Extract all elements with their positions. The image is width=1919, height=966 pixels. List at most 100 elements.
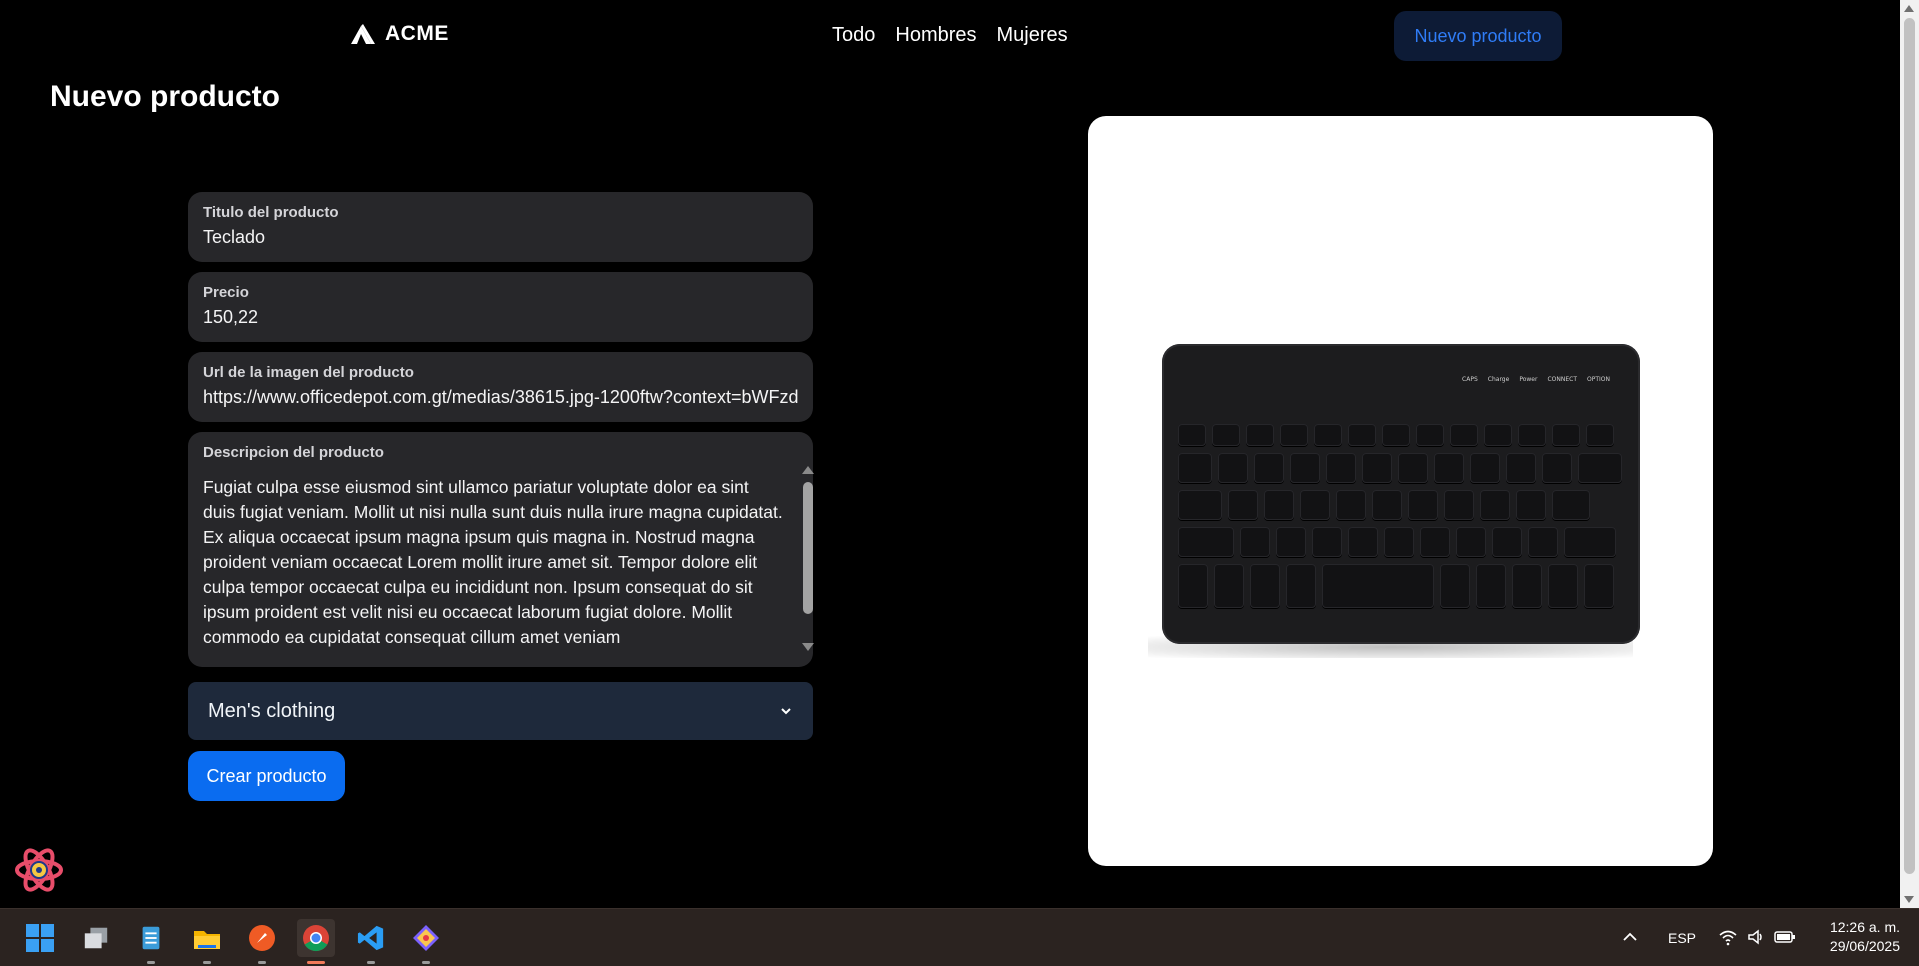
indicator-caps: CAPS <box>1462 376 1478 383</box>
key <box>1518 424 1546 446</box>
scroll-thumb[interactable] <box>803 482 813 614</box>
system-tray[interactable] <box>1718 927 1796 947</box>
image-url-input[interactable]: https://www.officedepot.com.gt/medias/38… <box>203 387 798 408</box>
key <box>1254 453 1284 483</box>
key <box>1212 424 1240 446</box>
key <box>1362 453 1392 483</box>
key <box>1348 424 1376 446</box>
keyboard-image: CAPS Charge Power CONNECT OPTION <box>1162 344 1640 644</box>
chevron-up-icon[interactable] <box>1622 929 1638 945</box>
key <box>1408 490 1438 520</box>
key <box>1434 453 1464 483</box>
new-product-button[interactable]: Nuevo producto <box>1394 11 1562 61</box>
nav-link-hombres[interactable]: Hombres <box>895 24 976 47</box>
title-input[interactable]: Teclado <box>203 227 798 248</box>
key <box>1470 453 1500 483</box>
task-view-icon[interactable] <box>77 919 115 957</box>
active-indicator <box>307 961 325 964</box>
indicator-power: Power <box>1519 376 1538 383</box>
key <box>1578 453 1622 483</box>
key <box>1214 564 1244 608</box>
key <box>1564 527 1616 557</box>
nav-link-todo[interactable]: Todo <box>832 24 875 47</box>
keyboard-keys <box>1178 424 1624 615</box>
description-field[interactable]: Descripcion del producto Fugiat culpa es… <box>188 432 815 667</box>
running-indicator <box>367 961 375 964</box>
app-viewport: ACME Todo Hombres Mujeres Nuevo producto… <box>0 0 1900 908</box>
nav-link-mujeres[interactable]: Mujeres <box>997 24 1068 47</box>
key <box>1246 424 1274 446</box>
key <box>1250 564 1280 608</box>
git-client-icon[interactable] <box>407 919 445 964</box>
wifi-icon[interactable] <box>1718 927 1738 947</box>
key <box>1372 490 1402 520</box>
description-scrollbar[interactable] <box>801 466 815 651</box>
page-title: Nuevo producto <box>50 80 280 113</box>
scroll-down-arrow-icon[interactable] <box>802 643 814 651</box>
windows-taskbar: ESP 12:26 a. m. 29/06/2025 <box>0 908 1919 966</box>
key-row <box>1178 564 1624 608</box>
description-textarea[interactable]: Fugiat culpa esse eiusmod sint ullamco p… <box>203 475 798 650</box>
vscode-icon[interactable] <box>352 919 390 964</box>
file-explorer-icon[interactable] <box>188 919 226 964</box>
battery-icon[interactable] <box>1774 927 1796 947</box>
language-indicator[interactable]: ESP <box>1668 930 1696 946</box>
clock-time: 12:26 a. m. <box>1829 919 1900 935</box>
postman-icon[interactable] <box>243 919 281 964</box>
running-indicator <box>147 961 155 964</box>
key <box>1314 424 1342 446</box>
key <box>1280 424 1308 446</box>
key <box>1336 490 1366 520</box>
key <box>1584 564 1614 608</box>
title-field-label: Titulo del producto <box>203 204 339 221</box>
description-field-label: Descripcion del producto <box>203 444 384 461</box>
key <box>1512 564 1542 608</box>
windows-start-icon[interactable] <box>21 919 59 957</box>
key <box>1420 527 1450 557</box>
key <box>1516 490 1546 520</box>
chevron-down-icon <box>779 704 793 718</box>
key <box>1416 424 1444 446</box>
clock[interactable]: 12:26 a. m. 29/06/2025 <box>1810 918 1900 956</box>
chrome-icon[interactable] <box>297 919 335 964</box>
create-product-button[interactable]: Crear producto <box>188 751 345 801</box>
key <box>1444 490 1474 520</box>
product-image-preview: CAPS Charge Power CONNECT OPTION <box>1088 116 1713 866</box>
scroll-down-arrow-icon[interactable] <box>1904 896 1914 903</box>
react-devtools-icon[interactable] <box>14 845 64 895</box>
scroll-up-arrow-icon[interactable] <box>1904 5 1914 12</box>
description-text: Fugiat culpa esse eiusmod sint ullamco p… <box>203 477 783 647</box>
logo-text: ACME <box>385 22 449 45</box>
key-row <box>1178 527 1624 557</box>
price-input[interactable]: 150,22 <box>203 307 798 328</box>
page-scroll-thumb[interactable] <box>1904 18 1915 874</box>
title-field[interactable]: Titulo del producto Teclado <box>188 192 813 262</box>
key <box>1218 453 1248 483</box>
key-row <box>1178 490 1624 520</box>
key <box>1326 453 1356 483</box>
scroll-up-arrow-icon[interactable] <box>802 466 814 474</box>
key <box>1322 564 1434 608</box>
acme-logo[interactable]: ACME <box>349 22 449 46</box>
key <box>1528 527 1558 557</box>
notepad-icon[interactable] <box>132 919 170 964</box>
indicator-option: OPTION <box>1587 376 1610 383</box>
key <box>1384 527 1414 557</box>
key <box>1300 490 1330 520</box>
price-field[interactable]: Precio 150,22 <box>188 272 813 342</box>
main-nav: Todo Hombres Mujeres <box>832 24 1068 47</box>
key <box>1178 527 1234 557</box>
image-url-field[interactable]: Url de la imagen del producto https://ww… <box>188 352 813 422</box>
key-row <box>1178 453 1624 483</box>
key <box>1290 453 1320 483</box>
running-indicator <box>422 961 430 964</box>
key <box>1286 564 1316 608</box>
page-scrollbar[interactable] <box>1900 0 1919 908</box>
volume-icon[interactable] <box>1746 927 1766 947</box>
key-row <box>1178 424 1624 446</box>
key <box>1312 527 1342 557</box>
key <box>1440 564 1470 608</box>
key <box>1382 424 1410 446</box>
key <box>1552 490 1590 520</box>
category-select[interactable]: Men's clothing <box>188 682 813 740</box>
